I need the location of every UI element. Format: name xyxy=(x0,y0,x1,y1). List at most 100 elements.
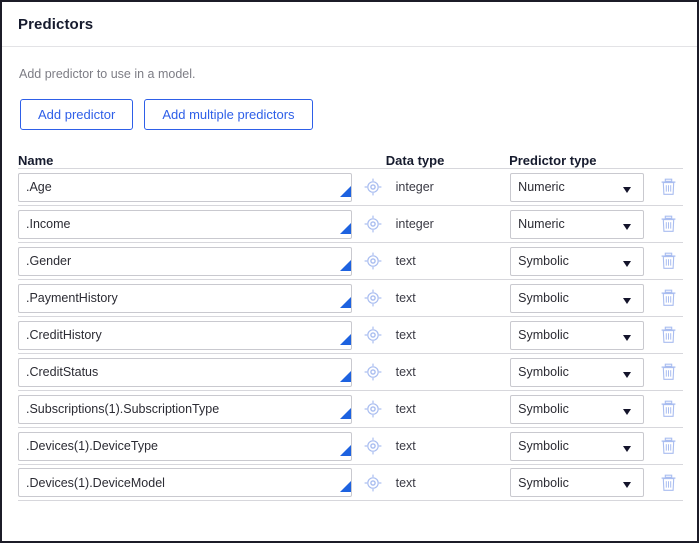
crosshair-target-icon[interactable] xyxy=(364,363,382,381)
predictor-type-select[interactable]: NumericSymbolic xyxy=(510,284,644,313)
crosshair-target-icon[interactable] xyxy=(364,215,382,233)
data-type-value: text xyxy=(388,402,511,416)
trash-icon[interactable] xyxy=(660,289,677,307)
predictor-type-cell: NumericSymbolic xyxy=(510,432,653,461)
trash-icon[interactable] xyxy=(660,437,677,455)
data-type-value: integer xyxy=(388,180,511,194)
predictors-panel: Predictors Add predictor to use in a mod… xyxy=(0,0,699,543)
data-type-value: text xyxy=(388,439,511,453)
predictor-name-cell xyxy=(18,358,358,387)
predictor-type-select[interactable]: NumericSymbolic xyxy=(510,358,644,387)
predictor-name-cell xyxy=(18,173,358,202)
predictor-type-cell: NumericSymbolic xyxy=(510,284,653,313)
property-picker-cell xyxy=(358,474,388,492)
predictor-type-cell: NumericSymbolic xyxy=(510,173,653,202)
property-picker-cell xyxy=(358,363,388,381)
property-picker-cell xyxy=(358,326,388,344)
predictor-name-cell xyxy=(18,284,358,313)
predictor-name-input[interactable] xyxy=(18,321,352,350)
delete-predictor-cell xyxy=(653,252,683,270)
delete-predictor-cell xyxy=(653,474,683,492)
predictor-name-cell xyxy=(18,247,358,276)
predictor-type-select[interactable]: NumericSymbolic xyxy=(510,468,644,497)
delete-predictor-cell xyxy=(653,289,683,307)
add-multiple-predictors-button[interactable]: Add multiple predictors xyxy=(144,99,312,130)
delete-predictor-cell xyxy=(653,178,683,196)
crosshair-target-icon[interactable] xyxy=(364,400,382,418)
trash-icon[interactable] xyxy=(660,326,677,344)
table-row: text NumericSymbolic xyxy=(18,242,683,279)
predictor-type-select[interactable]: NumericSymbolic xyxy=(510,321,644,350)
crosshair-target-icon[interactable] xyxy=(364,437,382,455)
data-type-value: text xyxy=(388,365,511,379)
table-body: integer NumericSymbolic xyxy=(18,168,683,501)
column-header-name: Name xyxy=(18,153,356,168)
predictor-name-input[interactable] xyxy=(18,210,352,239)
predictor-name-input[interactable] xyxy=(18,432,352,461)
table-row: integer NumericSymbolic xyxy=(18,205,683,242)
predictor-type-cell: NumericSymbolic xyxy=(510,321,653,350)
predictor-type-select[interactable]: NumericSymbolic xyxy=(510,395,644,424)
predictor-name-cell xyxy=(18,321,358,350)
predictor-name-cell xyxy=(18,395,358,424)
predictor-name-cell xyxy=(18,210,358,239)
predictor-name-input[interactable] xyxy=(18,358,352,387)
delete-predictor-cell xyxy=(653,400,683,418)
table-row: text NumericSymbolic xyxy=(18,464,683,501)
predictor-type-cell: NumericSymbolic xyxy=(510,210,653,239)
trash-icon[interactable] xyxy=(660,400,677,418)
data-type-value: text xyxy=(388,328,511,342)
page-title: Predictors xyxy=(18,16,93,33)
table-row: text NumericSymbolic xyxy=(18,353,683,390)
delete-predictor-cell xyxy=(653,363,683,381)
trash-icon[interactable] xyxy=(660,252,677,270)
crosshair-target-icon[interactable] xyxy=(364,252,382,270)
add-predictor-button[interactable]: Add predictor xyxy=(20,99,133,130)
delete-predictor-cell xyxy=(653,326,683,344)
delete-predictor-cell xyxy=(653,215,683,233)
predictor-name-input[interactable] xyxy=(18,468,352,497)
predictor-name-input[interactable] xyxy=(18,173,352,202)
table-row: text NumericSymbolic xyxy=(18,390,683,427)
data-type-value: text xyxy=(388,254,511,268)
data-type-value: text xyxy=(388,476,511,490)
data-type-value: integer xyxy=(388,217,511,231)
table-row: integer NumericSymbolic xyxy=(18,168,683,205)
panel-description: Add predictor to use in a model. xyxy=(2,47,697,81)
crosshair-target-icon[interactable] xyxy=(364,289,382,307)
delete-predictor-cell xyxy=(653,437,683,455)
property-picker-cell xyxy=(358,437,388,455)
predictor-type-select[interactable]: NumericSymbolic xyxy=(510,432,644,461)
predictor-name-cell xyxy=(18,468,358,497)
data-type-value: text xyxy=(388,291,511,305)
trash-icon[interactable] xyxy=(660,215,677,233)
predictor-type-cell: NumericSymbolic xyxy=(510,247,653,276)
crosshair-target-icon[interactable] xyxy=(364,326,382,344)
action-button-row: Add predictor Add multiple predictors xyxy=(2,81,697,130)
predictor-type-select[interactable]: NumericSymbolic xyxy=(510,247,644,276)
predictor-type-select[interactable]: NumericSymbolic xyxy=(510,210,644,239)
column-header-data-type: Data type xyxy=(386,153,509,168)
predictor-name-input[interactable] xyxy=(18,247,352,276)
property-picker-cell xyxy=(358,289,388,307)
trash-icon[interactable] xyxy=(660,363,677,381)
predictor-name-cell xyxy=(18,432,358,461)
table-row: text NumericSymbolic xyxy=(18,316,683,353)
table-header-row: Name Data type Predictor type xyxy=(18,146,683,168)
property-picker-cell xyxy=(358,215,388,233)
property-picker-cell xyxy=(358,178,388,196)
panel-header: Predictors xyxy=(2,2,697,47)
table-row: text NumericSymbolic xyxy=(18,427,683,464)
column-header-predictor-type: Predictor type xyxy=(509,153,653,168)
predictor-type-cell: NumericSymbolic xyxy=(510,358,653,387)
predictors-table: Name Data type Predictor type xyxy=(2,146,697,501)
table-row: text NumericSymbolic xyxy=(18,279,683,316)
predictor-name-input[interactable] xyxy=(18,284,352,313)
trash-icon[interactable] xyxy=(660,474,677,492)
property-picker-cell xyxy=(358,252,388,270)
predictor-type-select[interactable]: NumericSymbolic xyxy=(510,173,644,202)
crosshair-target-icon[interactable] xyxy=(364,178,382,196)
trash-icon[interactable] xyxy=(660,178,677,196)
predictor-name-input[interactable] xyxy=(18,395,352,424)
crosshair-target-icon[interactable] xyxy=(364,474,382,492)
